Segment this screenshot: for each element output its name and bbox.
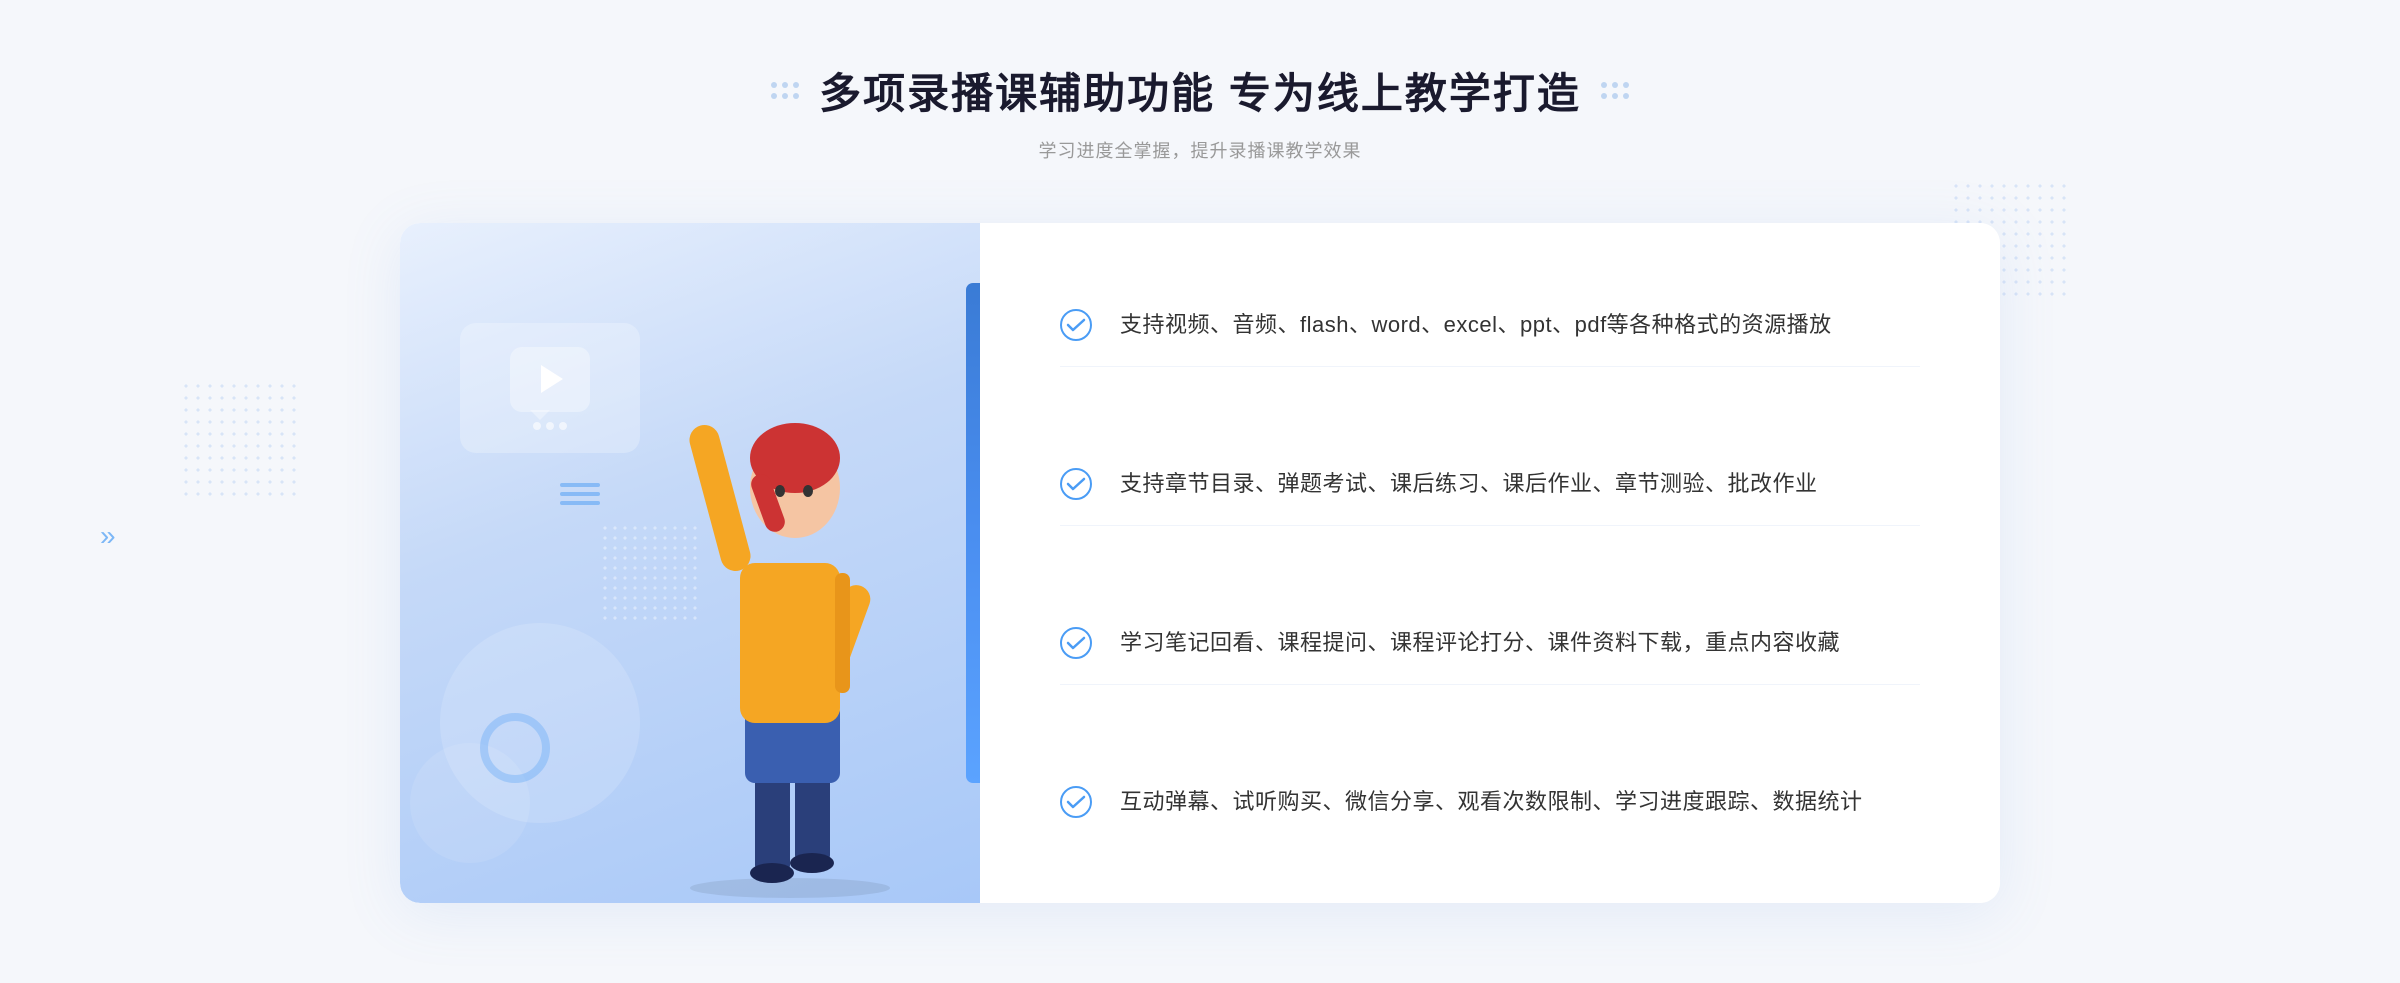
check-icon-2 bbox=[1060, 468, 1092, 500]
main-title: 多项录播课辅助功能 专为线上教学打造 bbox=[819, 60, 1581, 121]
sub-title: 学习进度全掌握，提升录播课教学效果 bbox=[771, 137, 1629, 163]
illustration-panel bbox=[400, 223, 980, 903]
illustration-circle-3 bbox=[480, 713, 550, 783]
play-dots bbox=[533, 422, 567, 430]
dots-decoration-left bbox=[180, 380, 300, 500]
stripe-decoration bbox=[560, 483, 600, 505]
stripe-2 bbox=[560, 492, 600, 496]
play-dot-1 bbox=[533, 422, 541, 430]
stripe-3 bbox=[560, 501, 600, 505]
person-illustration bbox=[630, 343, 950, 903]
check-icon-1 bbox=[1060, 309, 1092, 341]
play-dot-3 bbox=[559, 422, 567, 430]
play-bubble bbox=[510, 347, 590, 412]
feature-item-3: 学习笔记回看、课程提问、课程评论打分、课件资料下载，重点内容收藏 bbox=[1060, 601, 1920, 685]
check-icon-4 bbox=[1060, 786, 1092, 818]
feature-text-1: 支持视频、音频、flash、word、excel、ppt、pdf等各种格式的资源… bbox=[1120, 307, 1832, 342]
feature-item-2: 支持章节目录、弹题考试、课后练习、课后作业、章节测验、批改作业 bbox=[1060, 442, 1920, 526]
feature-text-3: 学习笔记回看、课程提问、课程评论打分、课件资料下载，重点内容收藏 bbox=[1120, 625, 1840, 660]
feature-text-2: 支持章节目录、弹题考试、课后练习、课后作业、章节测验、批改作业 bbox=[1120, 466, 1818, 501]
header-section: 多项录播课辅助功能 专为线上教学打造 学习进度全掌握，提升录播课教学效果 bbox=[771, 60, 1629, 163]
dot-grid-left bbox=[771, 82, 799, 99]
features-panel: 支持视频、音频、flash、word、excel、ppt、pdf等各种格式的资源… bbox=[980, 223, 2000, 903]
play-triangle-icon bbox=[541, 365, 563, 393]
chevron-decoration: » bbox=[100, 520, 116, 552]
feature-item-4: 互动弹幕、试听购买、微信分享、观看次数限制、学习进度跟踪、数据统计 bbox=[1060, 760, 1920, 843]
page-container: » 多项录播课辅助功能 专为线上教学打造 学习进度全掌握，提升录播课教学效果 bbox=[0, 0, 2400, 983]
header-decorators: 多项录播课辅助功能 专为线上教学打造 bbox=[771, 60, 1629, 121]
play-dot-2 bbox=[546, 422, 554, 430]
check-icon-3 bbox=[1060, 627, 1092, 659]
content-area: 支持视频、音频、flash、word、excel、ppt、pdf等各种格式的资源… bbox=[400, 223, 2000, 903]
stripe-1 bbox=[560, 483, 600, 487]
feature-item-1: 支持视频、音频、flash、word、excel、ppt、pdf等各种格式的资源… bbox=[1060, 283, 1920, 367]
video-card bbox=[460, 323, 640, 453]
dot-grid-right bbox=[1601, 82, 1629, 99]
blue-accent-bar bbox=[966, 283, 980, 783]
feature-text-4: 互动弹幕、试听购买、微信分享、观看次数限制、学习进度跟踪、数据统计 bbox=[1120, 784, 1863, 819]
